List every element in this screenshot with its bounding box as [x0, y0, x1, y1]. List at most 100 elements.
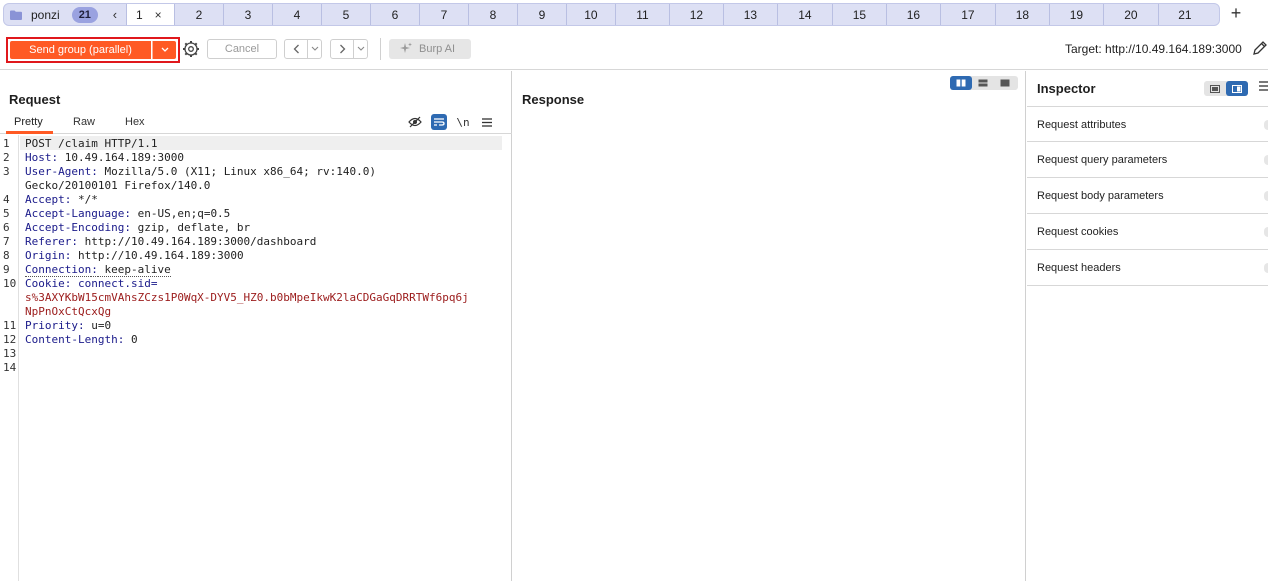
tab-11[interactable]: 11	[614, 4, 669, 25]
tab-label: 2	[195, 7, 203, 22]
tab-label: 7	[440, 7, 448, 22]
line-number: 4	[3, 193, 10, 206]
send-options-dropdown[interactable]	[152, 41, 176, 59]
header-value: gzip, deflate, br	[130, 221, 251, 234]
tab-2[interactable]: 2	[173, 4, 223, 25]
tab-21[interactable]: 21	[1157, 4, 1211, 25]
line-number: 8	[3, 249, 10, 262]
code-line: s%3AXYKbW15cmVAhsZCzs1P0WqX-DYV5_HZ0.b0b…	[25, 291, 469, 304]
layout-side-by-side-icon[interactable]	[950, 76, 972, 90]
history-forward-button[interactable]	[331, 40, 353, 58]
tab-label: 21	[1178, 7, 1192, 22]
tab-15[interactable]: 15	[831, 4, 886, 25]
chevron-down-icon	[357, 46, 364, 51]
header-value: 10.49.164.189:3000	[58, 151, 184, 164]
tab-1[interactable]: 1 ×	[125, 4, 174, 25]
tab-18[interactable]: 18	[994, 4, 1049, 25]
header-name: Origin	[25, 249, 65, 262]
inspector-list-icon[interactable]	[1204, 81, 1226, 96]
tab-hex[interactable]: Hex	[125, 116, 145, 128]
chevron-down-icon	[161, 47, 168, 52]
tab-4[interactable]: 4	[271, 4, 321, 25]
tab-3[interactable]: 3	[222, 4, 272, 25]
tab-strip: ponzi 21 ‹ 1 × 2 3 4 5 6 7 8 9 10 11 12 13 14 15 16 17 18 1…	[0, 0, 1268, 30]
header-value: http://10.49.164.189:3000/dashboard	[77, 235, 317, 248]
tab-label: 5	[342, 7, 350, 22]
code-line: Origin: http://10.49.164.189:3000	[25, 249, 244, 262]
inspector-request-attributes[interactable]: Request attributes	[1027, 106, 1268, 142]
tab-9[interactable]: 9	[516, 4, 566, 25]
send-group-button[interactable]: Send group (parallel)	[10, 41, 151, 59]
close-icon[interactable]: ×	[155, 8, 162, 22]
code-line: Cookie: connect.sid=	[25, 277, 157, 290]
header-colon: :	[77, 319, 85, 332]
code-line: Accept-Language: en-US,en;q=0.5	[25, 207, 230, 220]
tab-scroll-left-button[interactable]: ‹	[104, 7, 126, 22]
inspector-panel-icon[interactable]	[1226, 81, 1248, 96]
history-forward-dropdown[interactable]	[353, 40, 367, 58]
inspector-request-headers[interactable]: Request headers	[1027, 250, 1268, 286]
header-value: http://10.49.164.189:3000	[71, 249, 244, 262]
history-back-button[interactable]	[285, 40, 307, 58]
burp-ai-button[interactable]: Burp AI	[389, 39, 471, 59]
tab-pretty[interactable]: Pretty	[14, 116, 43, 128]
cancel-button[interactable]: Cancel	[207, 39, 277, 59]
header-value: en-US,en;q=0.5	[130, 207, 231, 220]
header-value: 0	[124, 333, 138, 346]
tab-label: 17	[961, 7, 975, 22]
tab-label: 19	[1069, 7, 1084, 22]
tab-8[interactable]: 8	[467, 4, 517, 25]
show-newlines-toggle[interactable]: \n	[455, 114, 471, 130]
inspector-request-query-parameters[interactable]: Request query parameters	[1027, 142, 1268, 178]
tab-label: 15	[852, 7, 867, 22]
chevron-right-icon	[339, 44, 345, 54]
tab-raw[interactable]: Raw	[73, 116, 95, 128]
layout-stacked-icon[interactable]	[972, 76, 994, 90]
sparkle-icon	[400, 42, 412, 53]
tab-7[interactable]: 7	[418, 4, 468, 25]
header-colon: :	[124, 221, 131, 234]
hide-nonprintable-eye-icon[interactable]	[407, 114, 423, 130]
settings-gear-icon[interactable]	[182, 40, 200, 58]
chevron-down-icon	[311, 46, 318, 51]
inspector-request-cookies[interactable]: Request cookies	[1027, 214, 1268, 250]
tab-10[interactable]: 10	[565, 4, 615, 25]
tab-20[interactable]: 20	[1102, 4, 1158, 25]
tab-6[interactable]: 6	[369, 4, 419, 25]
line-number: 13	[3, 347, 17, 360]
layout-toggle	[950, 76, 1018, 90]
tab-17[interactable]: 17	[939, 4, 995, 25]
inspector-request-body-parameters[interactable]: Request body parameters	[1027, 178, 1268, 214]
tab-14[interactable]: 14	[776, 4, 832, 25]
header-value: u=0	[84, 319, 112, 332]
tab-label: 6	[391, 7, 399, 22]
header-name: Cookie	[25, 277, 65, 290]
tab-16[interactable]: 16	[885, 4, 940, 25]
code-line: POST /claim HTTP/1.1	[25, 137, 157, 150]
add-tab-button[interactable]: +	[1227, 4, 1245, 24]
menu-icon[interactable]	[479, 114, 495, 130]
word-wrap-icon[interactable]	[431, 114, 447, 130]
tab-group-count-badge[interactable]: 21	[71, 6, 98, 23]
edit-target-pencil-icon[interactable]	[1252, 40, 1268, 59]
tab-13[interactable]: 13	[722, 4, 777, 25]
tab-5[interactable]: 5	[320, 4, 370, 25]
tab-group-name[interactable]: ponzi	[31, 8, 60, 22]
line-number: 12	[3, 333, 17, 346]
tab-label: 10	[584, 7, 598, 22]
code-line: Gecko/20100101 Firefox/140.0	[25, 179, 210, 192]
header-name: Accept	[25, 193, 65, 206]
request-title: Request	[9, 92, 61, 107]
code-line: Host: 10.49.164.189:3000	[25, 151, 184, 164]
header-name: Content-Length	[25, 333, 118, 346]
layout-tabbed-icon[interactable]	[994, 76, 1016, 90]
history-back-dropdown[interactable]	[307, 40, 321, 58]
tab-19[interactable]: 19	[1048, 4, 1103, 25]
request-editor[interactable]: 1 2 3 4 5 6 7 8 9 10 11 12 13 14 POST /claim HTTP/1.1…	[0, 135, 511, 581]
inspector-menu-icon[interactable]	[1257, 80, 1268, 97]
header-name: Referer	[25, 235, 72, 248]
code-line: Referer: http://10.49.164.189:3000/dashb…	[25, 235, 316, 248]
tab-12[interactable]: 12	[668, 4, 723, 25]
line-number: 6	[3, 221, 10, 234]
tab-label: 14	[798, 7, 812, 22]
